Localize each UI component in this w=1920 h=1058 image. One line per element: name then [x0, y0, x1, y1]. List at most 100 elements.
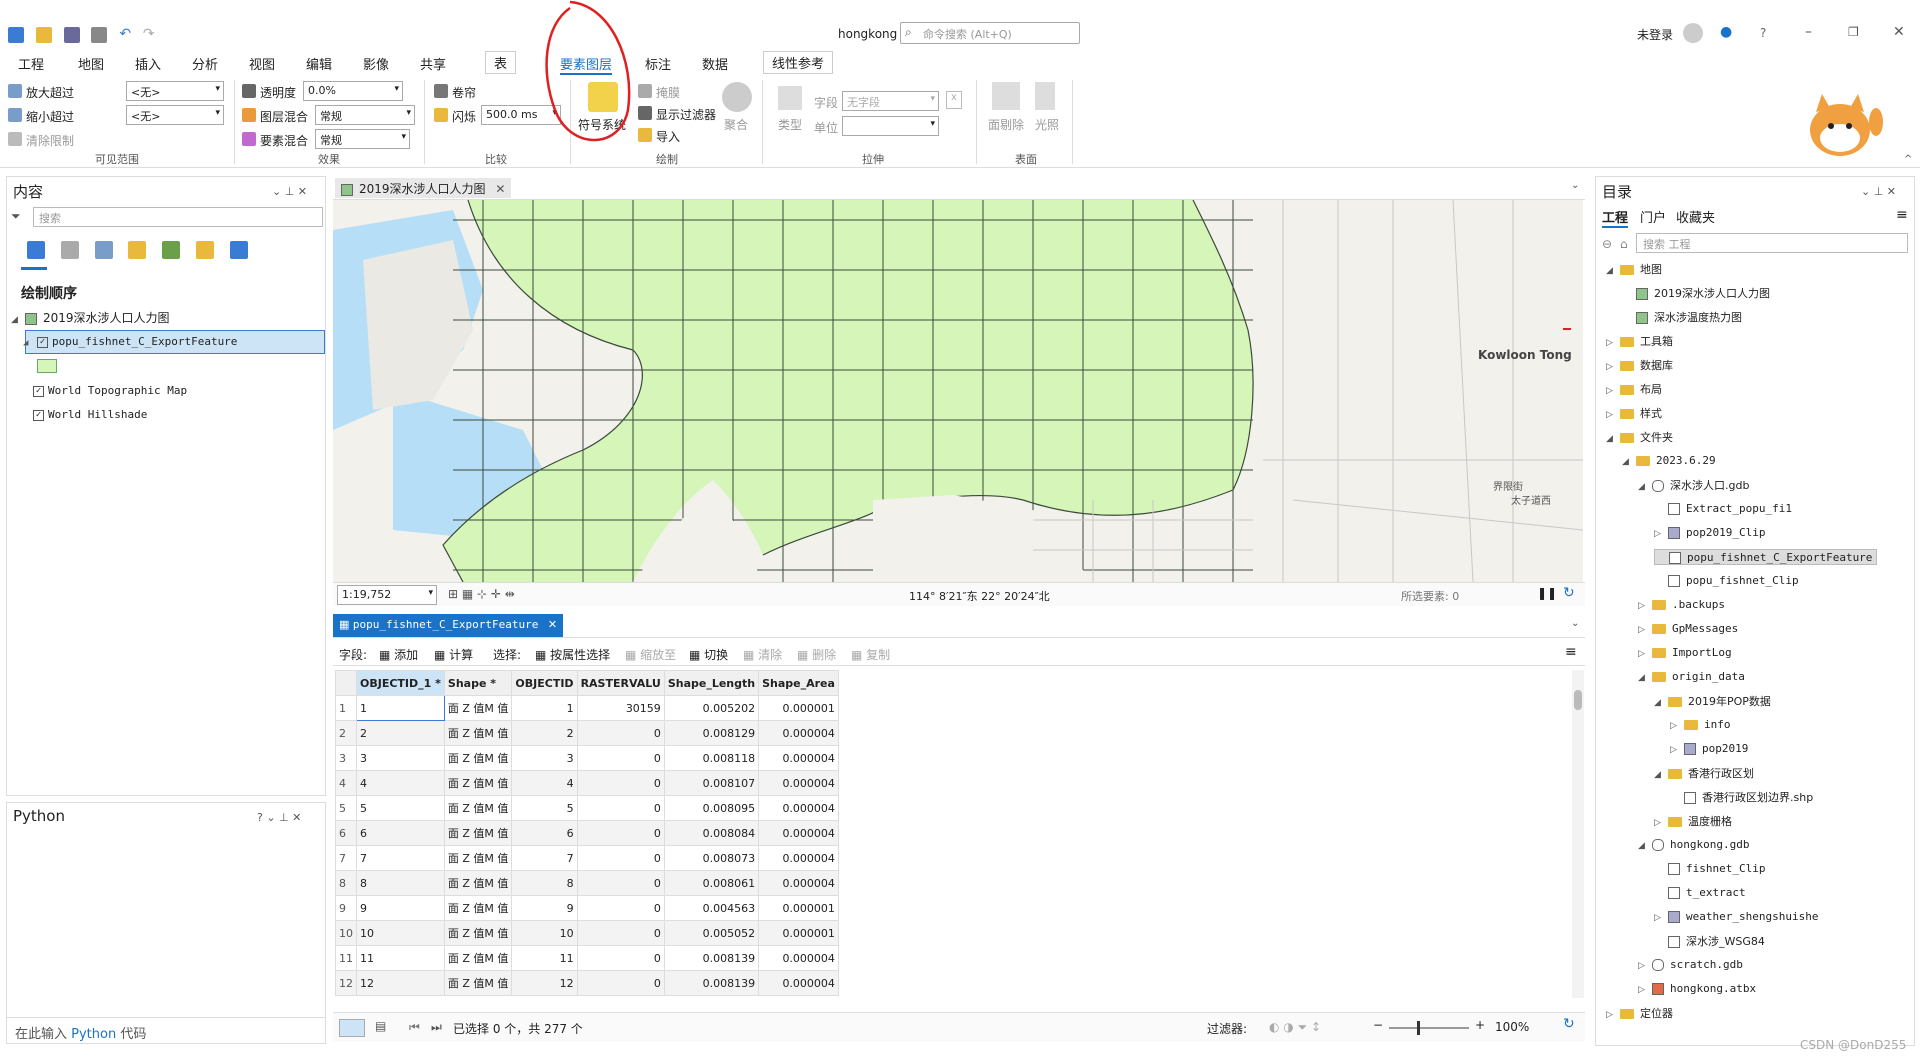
expand-icon[interactable]: ▷ — [1638, 601, 1648, 611]
select-by-attribute-button[interactable]: ▦ 按属性选择 — [535, 646, 610, 663]
command-search-input[interactable]: 命令搜索 (Alt+Q) — [900, 22, 1080, 44]
table-cell[interactable]: 0.008139 — [663, 970, 760, 996]
table-row[interactable]: 33面 Z 值M 值 3 0 0.008118 0.000004 — [335, 745, 839, 771]
table-cell[interactable]: 面 Z 值M 值 — [443, 795, 513, 821]
table-cell[interactable]: 9 — [511, 895, 578, 921]
avatar[interactable] — [1683, 23, 1703, 43]
table-cell[interactable]: 11 — [356, 945, 445, 971]
catalog-item[interactable]: ◢ hongkong.gdb — [1638, 837, 1749, 851]
tab-insert[interactable]: 插入 — [135, 54, 161, 73]
catalog-item[interactable]: ◢ 地图 — [1606, 261, 1662, 277]
tab-table[interactable]: 表 — [485, 51, 517, 74]
table-cell[interactable]: 0.000004 — [758, 845, 839, 871]
table-cell[interactable]: 面 Z 值M 值 — [443, 870, 513, 896]
snapping-icon[interactable] — [162, 241, 181, 259]
tab-map[interactable]: 地图 — [78, 54, 104, 73]
column-header[interactable]: OBJECTID — [511, 670, 578, 696]
expand-icon[interactable]: ◢ — [1654, 770, 1664, 780]
map-tab[interactable]: 2019深水涉人口人力图 ✕ — [335, 178, 512, 198]
catalog-item[interactable]: 深水涉温度热力图 — [1622, 309, 1742, 325]
table-row[interactable]: 12 12 面 Z 值M 值 12 0 0.008139 0.000004 — [335, 970, 839, 996]
redo-icon[interactable]: ↷ — [143, 26, 155, 42]
catalog-item[interactable]: 深水涉_WSG84 — [1654, 933, 1765, 949]
table-cell[interactable]: 0.008095 — [663, 795, 760, 821]
switch-selection-button[interactable]: ▦ 切换 — [689, 646, 728, 663]
clear-limits-button[interactable]: 清除限制 — [26, 132, 74, 149]
layer-item[interactable]: ✓ World Topographic Map — [33, 384, 187, 397]
back-icon[interactable]: ⊖ — [1602, 237, 1612, 251]
selection-icon[interactable] — [94, 241, 113, 259]
catalog-item[interactable]: ▷ pop2019_Clip — [1654, 525, 1765, 539]
home-icon[interactable]: ⌂ — [1620, 237, 1628, 251]
table-cell[interactable]: 2 — [356, 720, 445, 746]
tab-view[interactable]: 视图 — [249, 54, 275, 73]
catalog-item[interactable]: ▷ 布局 — [1606, 381, 1662, 397]
catalog-item[interactable]: ◢ 文件夹 — [1606, 429, 1673, 445]
table-cell[interactable]: 0.000004 — [758, 870, 839, 896]
tab-linear-reference[interactable]: 线性参考 — [763, 51, 834, 74]
layer-item[interactable]: ◢ ✓ popu_fishnet_C_ExportFeature — [23, 335, 237, 348]
layer-symbol-swatch[interactable] — [37, 359, 57, 373]
table-cell[interactable]: 0 — [576, 720, 665, 746]
add-field-button[interactable]: ▦ 添加 — [379, 646, 418, 663]
row-number[interactable]: 9 — [335, 895, 357, 921]
catalog-item[interactable]: ▷ scratch.gdb — [1638, 957, 1743, 971]
nav-last-icon[interactable]: ⏭ — [431, 1020, 442, 1035]
filter-icons[interactable]: ◐ ◑ ⏷ ↕ — [1269, 1020, 1321, 1035]
table-cell[interactable]: 11 — [511, 945, 578, 971]
row-number[interactable]: 7 — [335, 845, 357, 871]
expand-icon[interactable]: ▷ — [1638, 649, 1648, 659]
table-cell[interactable]: 2 — [511, 720, 578, 746]
close-icon[interactable]: ✕ — [548, 618, 557, 631]
table-cell[interactable]: 0.008107 — [663, 770, 760, 796]
catalog-item[interactable]: t_extract — [1654, 885, 1746, 899]
table-row[interactable]: 11 11 面 Z 值M 值 11 0 0.008139 0.000004 — [335, 945, 839, 971]
catalog-item[interactable]: ◢ origin_data — [1638, 669, 1745, 683]
help-icon[interactable]: ? — [1760, 26, 1766, 40]
symbol-icon[interactable] — [229, 241, 248, 259]
expand-icon[interactable]: ▷ — [1606, 410, 1616, 420]
table-cell[interactable]: 0.000001 — [758, 895, 839, 921]
catalog-item[interactable]: ▷ 工具箱 — [1606, 333, 1673, 349]
data-source-icon[interactable] — [60, 241, 79, 259]
tab-portal[interactable]: 门户 — [1640, 207, 1666, 226]
table-cell[interactable]: 8 — [356, 870, 445, 896]
catalog-item[interactable]: ◢ 2019年POP数据 — [1654, 693, 1771, 709]
table-row[interactable]: 55面 Z 值M 值 5 0 0.008095 0.000004 — [335, 795, 839, 821]
table-cell[interactable]: 5 — [511, 795, 578, 821]
table-cell[interactable]: 0 — [576, 970, 665, 996]
table-cell[interactable]: 面 Z 值M 值 — [443, 720, 513, 746]
table-cell[interactable]: 12 — [511, 970, 578, 996]
row-number[interactable]: 3 — [335, 745, 357, 771]
table-cell[interactable]: 0.008118 — [663, 745, 760, 771]
catalog-item[interactable]: popu_fishnet_Clip — [1654, 573, 1799, 587]
expand-icon[interactable]: ◢ — [1606, 434, 1616, 444]
expand-icon[interactable]: ▷ — [1606, 1010, 1616, 1020]
table-cell[interactable]: 0.005052 — [663, 920, 760, 946]
tab-edit[interactable]: 编辑 — [306, 54, 332, 73]
expand-icon[interactable]: ▷ — [1654, 818, 1664, 828]
show-filter-button[interactable]: 显示过滤器 — [656, 106, 716, 123]
table-cell[interactable]: 0.008084 — [663, 820, 760, 846]
tab-data[interactable]: 数据 — [702, 54, 728, 73]
catalog-item[interactable]: ▷ 样式 — [1606, 405, 1662, 421]
catalog-menu-icon[interactable]: ≡ — [1896, 207, 1908, 223]
pane-menu-icon[interactable]: ⌄ ⊥ ✕ — [1861, 185, 1896, 198]
table-cell[interactable]: 0.000001 — [758, 695, 839, 721]
table-cell[interactable]: 面 Z 值M 值 — [443, 945, 513, 971]
expand-icon[interactable]: ▷ — [1606, 386, 1616, 396]
collapse-ribbon-icon[interactable]: ^ — [1904, 154, 1912, 165]
table-cell[interactable]: 0 — [576, 745, 665, 771]
table-cell[interactable]: 0.000004 — [758, 970, 839, 996]
table-cell[interactable]: 10 — [356, 920, 445, 946]
table-cell[interactable]: 3 — [356, 745, 445, 771]
table-menu-icon[interactable]: ≡ — [1565, 644, 1577, 660]
table-cell[interactable]: 4 — [356, 770, 445, 796]
table-row[interactable]: 66面 Z 值M 值 6 0 0.008084 0.000004 — [335, 820, 839, 846]
labeling-icon[interactable] — [196, 241, 215, 259]
table-cell[interactable]: 0 — [576, 895, 665, 921]
row-number[interactable]: 12 — [335, 970, 357, 996]
zoom-out-beyond-select[interactable]: <无> — [126, 105, 224, 125]
table-cell[interactable]: 4 — [511, 770, 578, 796]
tab-project[interactable]: 工程 — [1602, 207, 1629, 228]
